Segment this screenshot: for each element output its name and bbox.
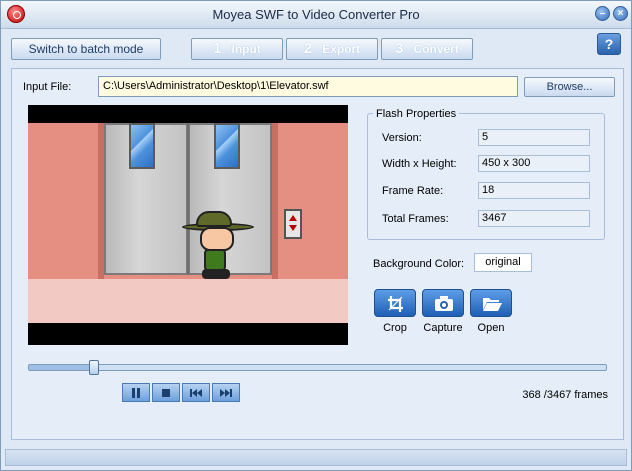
- background-color-label: Background Color:: [373, 258, 465, 270]
- stop-button[interactable]: [152, 383, 180, 402]
- version-label: Version:: [382, 132, 422, 144]
- app-window: Moyea SWF to Video Converter Pro – × Swi…: [0, 0, 632, 471]
- browse-button[interactable]: Browse...: [524, 77, 615, 97]
- character-legs: [202, 269, 230, 279]
- step-number: 2: [303, 40, 313, 57]
- wall-shadow: [272, 123, 278, 279]
- step-label: Export: [322, 42, 361, 56]
- fast-forward-button[interactable]: [212, 383, 240, 402]
- elevator-call-button: [284, 209, 302, 239]
- status-bar: [5, 449, 627, 466]
- preview-scene: [28, 123, 348, 323]
- cartoon-character: [182, 211, 254, 291]
- background-color-field[interactable]: original: [474, 253, 532, 272]
- step-input-button[interactable]: 1 Input: [191, 38, 283, 60]
- total-frames-label: Total Frames:: [382, 213, 449, 225]
- frame-rate-label: Frame Rate:: [382, 185, 444, 197]
- input-file-field[interactable]: C:\Users\Administrator\Desktop\1\Elevato…: [98, 76, 518, 97]
- arrow-up-icon: [289, 215, 297, 221]
- step-convert-button[interactable]: 3 Convert: [381, 38, 473, 60]
- arrow-down-icon: [289, 225, 297, 231]
- video-preview: [28, 105, 348, 345]
- playback-slider[interactable]: [28, 360, 607, 375]
- folder-open-icon: [483, 298, 502, 311]
- step-number: 1: [213, 40, 222, 57]
- title-bar[interactable]: Moyea SWF to Video Converter Pro – ×: [1, 1, 631, 29]
- slider-progress: [29, 365, 89, 370]
- letterbox-bar: [28, 323, 348, 345]
- version-value: 5: [478, 129, 590, 146]
- hat: [196, 211, 232, 227]
- step-label: Convert: [413, 42, 459, 56]
- slider-thumb[interactable]: [89, 360, 99, 375]
- pause-icon: [132, 388, 140, 398]
- step-number: 3: [395, 40, 404, 57]
- step-label: Input: [231, 42, 261, 56]
- frame-counter: 368 /3467 frames: [522, 389, 608, 401]
- dimensions-value: 450 x 300: [478, 155, 590, 172]
- rewind-button[interactable]: [182, 383, 210, 402]
- rewind-icon: [190, 389, 202, 397]
- fast-forward-icon: [220, 389, 232, 397]
- help-icon[interactable]: ?: [597, 33, 621, 55]
- elevator-window: [129, 123, 155, 169]
- dimensions-label: Width x Height:: [382, 158, 457, 170]
- elevator-window: [214, 123, 240, 169]
- camera-icon: [435, 296, 453, 311]
- pause-button[interactable]: [122, 383, 150, 402]
- character-body: [204, 249, 226, 271]
- input-file-label: Input File:: [23, 81, 72, 93]
- crop-button[interactable]: [374, 289, 416, 317]
- minimize-icon[interactable]: –: [595, 6, 610, 21]
- frame-rate-value: 18: [478, 182, 590, 199]
- window-title: Moyea SWF to Video Converter Pro: [212, 7, 420, 22]
- capture-button[interactable]: [422, 289, 464, 317]
- switch-batch-mode-button[interactable]: Switch to batch mode: [11, 38, 161, 60]
- open-label: Open: [477, 322, 505, 334]
- stop-icon: [162, 389, 170, 397]
- total-frames-value: 3467: [478, 210, 590, 227]
- close-icon[interactable]: ×: [613, 6, 628, 21]
- face: [200, 227, 234, 251]
- open-button[interactable]: [470, 289, 512, 317]
- step-export-button[interactable]: 2 Export: [286, 38, 378, 60]
- flash-properties-title: Flash Properties: [373, 108, 460, 120]
- crop-icon: [388, 296, 403, 312]
